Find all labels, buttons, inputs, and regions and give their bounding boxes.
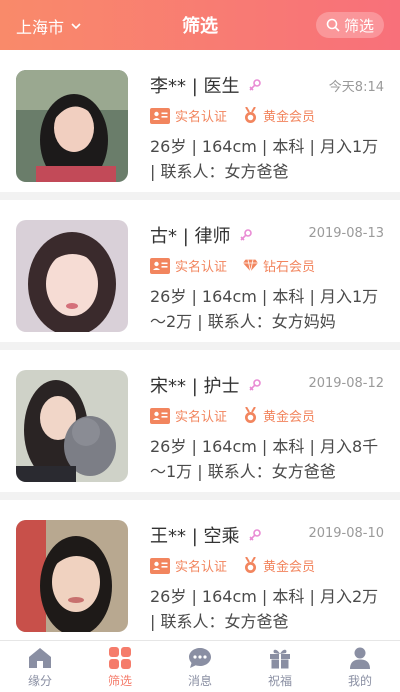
female-icon (248, 528, 262, 542)
id-card-icon (150, 107, 170, 124)
verified-badge: 实名认证 (150, 256, 227, 275)
verified-badge: 实名认证 (150, 406, 227, 425)
diamond-icon (243, 259, 259, 272)
profile-info: 26岁 | 164cm | 本科 | 月入1万 | 联系人：女方爸爸 (150, 137, 379, 181)
medal-icon (245, 557, 257, 573)
profile-name-row: 古* | 律师 (150, 222, 253, 248)
medal-icon (245, 107, 257, 123)
membership-badge: 钻石会员 (243, 256, 315, 275)
membership-badge: 黄金会员 (243, 556, 315, 575)
membership-label: 黄金会员 (263, 410, 316, 425)
bottom-tab-bar: 缘分 筛选 消息 祝福 我的 (0, 640, 400, 692)
badge-row: 实名认证 黄金会员 (150, 406, 331, 425)
chevron-down-icon (71, 23, 81, 30)
id-card-icon (150, 407, 170, 424)
tab-messages[interactable]: 消息 (160, 641, 240, 692)
tab-blessings[interactable]: 祝福 (240, 641, 320, 692)
profile-name: 王** | 空乘 (150, 526, 240, 547)
tab-filter[interactable]: 筛选 (80, 641, 160, 692)
tab-label: 祝福 (267, 674, 292, 688)
membership-badge: 黄金会员 (243, 406, 315, 425)
profile-photo[interactable] (16, 370, 128, 482)
gift-icon (270, 649, 290, 669)
search-label: 筛选 (343, 16, 374, 35)
verified-badge: 实名认证 (150, 556, 227, 575)
filter-search-button[interactable]: 筛选 (316, 12, 384, 38)
search-icon (326, 18, 340, 32)
female-icon (239, 228, 253, 242)
profile-card[interactable]: 古* | 律师 2019-08-13 实名认证 钻石会员 26岁 | 164cm… (0, 200, 400, 342)
profile-photo[interactable] (16, 220, 128, 332)
membership-label: 黄金会员 (263, 110, 316, 125)
city-label: 上海市 (16, 18, 65, 37)
tab-label: 我的 (347, 674, 372, 688)
female-icon (248, 378, 262, 392)
profile-info: 26岁 | 164cm | 本科 | 月入1万～2万 | 联系人：女方妈妈 (150, 287, 379, 331)
profile-card[interactable]: 王** | 空乘 2019-08-10 实名认证 黄金会员 26岁 | 164c… (0, 500, 400, 642)
verified-badge: 实名认证 (150, 106, 227, 125)
profile-name: 宋** | 护士 (150, 376, 240, 397)
portrait-image (16, 70, 128, 182)
portrait-image (16, 520, 128, 632)
top-bar: 上海市 筛选 筛选 (0, 0, 400, 50)
profile-card[interactable]: 李** | 医生 今天8:14 实名认证 黄金会员 26岁 | 164cm | … (0, 50, 400, 192)
tab-yuanfen[interactable]: 缘分 (0, 641, 80, 692)
profile-card[interactable]: 宋** | 护士 2019-08-12 实名认证 黄金会员 26岁 | 164c… (0, 350, 400, 492)
profile-name: 古* | 律师 (150, 226, 231, 247)
verified-label: 实名认证 (175, 110, 228, 125)
id-card-icon (150, 557, 170, 574)
last-active-time: 2019-08-12 (308, 376, 384, 391)
profile-photo[interactable] (16, 70, 128, 182)
membership-label: 黄金会员 (263, 560, 316, 575)
user-icon (350, 647, 370, 669)
badge-row: 实名认证 钻石会员 (150, 256, 331, 275)
tab-label: 消息 (187, 674, 212, 688)
profile-name: 李** | 医生 (150, 76, 240, 97)
verified-label: 实名认证 (175, 410, 228, 425)
last-active-time: 2019-08-13 (308, 226, 384, 241)
tab-mine[interactable]: 我的 (320, 641, 400, 692)
badge-row: 实名认证 黄金会员 (150, 556, 331, 575)
chat-icon (189, 648, 211, 668)
profile-info: 26岁 | 164cm | 本科 | 月入8千～1万 | 联系人：女方爸爸 (150, 437, 379, 481)
verified-label: 实名认证 (175, 560, 228, 575)
city-selector[interactable]: 上海市 (16, 14, 82, 38)
membership-label: 钻石会员 (263, 260, 316, 275)
grid-icon (109, 647, 131, 669)
medal-icon (245, 407, 257, 423)
female-icon (248, 78, 262, 92)
portrait-image (16, 220, 128, 332)
tab-label: 缘分 (27, 674, 52, 688)
id-card-icon (150, 257, 170, 274)
membership-badge: 黄金会员 (243, 106, 315, 125)
profile-info: 26岁 | 164cm | 本科 | 月入2万 | 联系人：女方爸爸 (150, 587, 379, 631)
profile-name-row: 王** | 空乘 (150, 522, 262, 548)
profile-name-row: 李** | 医生 (150, 72, 262, 98)
page-title: 筛选 (182, 16, 218, 37)
portrait-image (16, 370, 128, 482)
last-active-time: 今天8:14 (328, 80, 384, 95)
profile-name-row: 宋** | 护士 (150, 372, 262, 398)
badge-row: 实名认证 黄金会员 (150, 106, 331, 125)
home-icon (29, 648, 51, 668)
tab-label: 筛选 (107, 674, 132, 688)
verified-label: 实名认证 (175, 260, 228, 275)
profile-photo[interactable] (16, 520, 128, 632)
last-active-time: 2019-08-10 (308, 526, 384, 541)
